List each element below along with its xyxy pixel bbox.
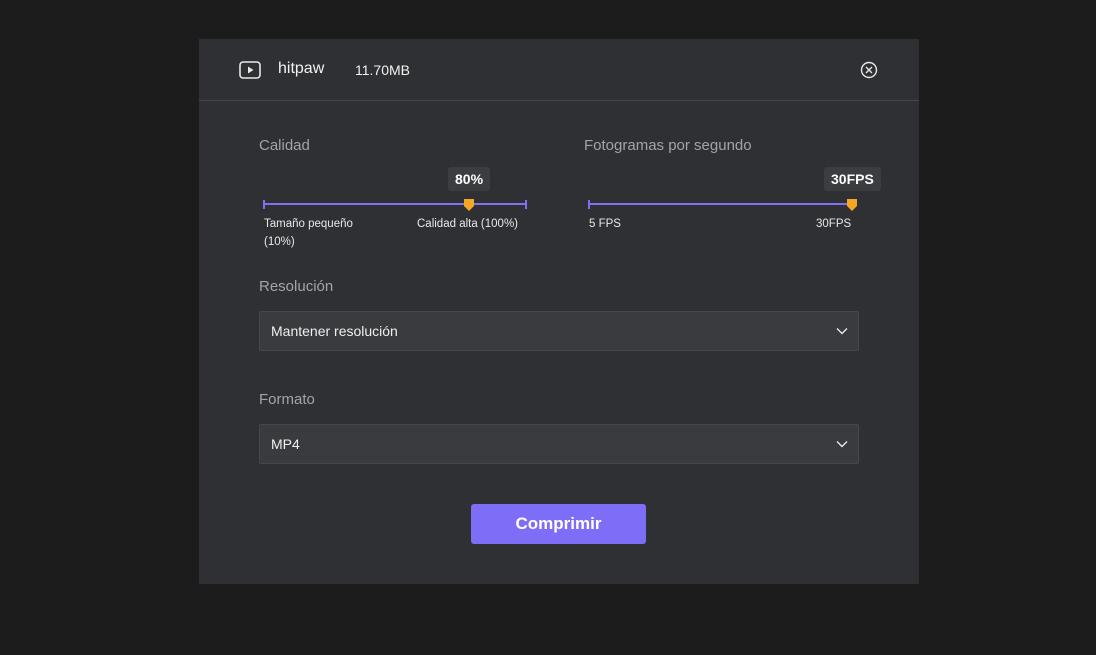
quality-slider-track (263, 203, 527, 205)
fps-min-label: 5 FPS (589, 218, 621, 230)
fps-slider[interactable]: 30FPS (588, 167, 881, 227)
format-title: Formato (259, 391, 315, 408)
resolution-select[interactable]: Mantener resolución (259, 311, 859, 351)
quality-value-bubble: 80% (448, 167, 491, 191)
format-selected-value: MP4 (271, 436, 300, 452)
fps-title: Fotogramas por segundo (584, 137, 752, 154)
fps-max-label: 30FPS (816, 218, 852, 230)
file-size: 11.70MB (355, 62, 410, 78)
fps-slider-handle[interactable] (847, 199, 857, 211)
play-video-icon (239, 61, 261, 79)
fps-slider-track (588, 203, 852, 205)
format-select[interactable]: MP4 (259, 424, 859, 464)
quality-title: Calidad (259, 137, 310, 154)
chevron-down-icon (836, 328, 848, 335)
resolution-title: Resolución (259, 278, 334, 295)
file-name: hitpaw (278, 60, 325, 77)
quality-slider-handle[interactable] (464, 199, 474, 211)
close-circle-icon[interactable] (860, 61, 878, 79)
quality-min-label: Tamaño pequeño (10%) (264, 218, 353, 248)
compress-button[interactable]: Comprimir (471, 504, 646, 544)
fps-value-bubble: 30FPS (824, 167, 881, 191)
chevron-down-icon (836, 441, 848, 448)
quality-max-label: Calidad alta (100%) (417, 218, 519, 230)
quality-slider-max-cap (525, 200, 527, 209)
compress-dialog: hitpaw 11.70MB Calidad 80% Tamaño pequeñ… (199, 39, 919, 584)
dialog-header: hitpaw 11.70MB (199, 39, 919, 101)
resolution-selected-value: Mantener resolución (271, 323, 398, 339)
